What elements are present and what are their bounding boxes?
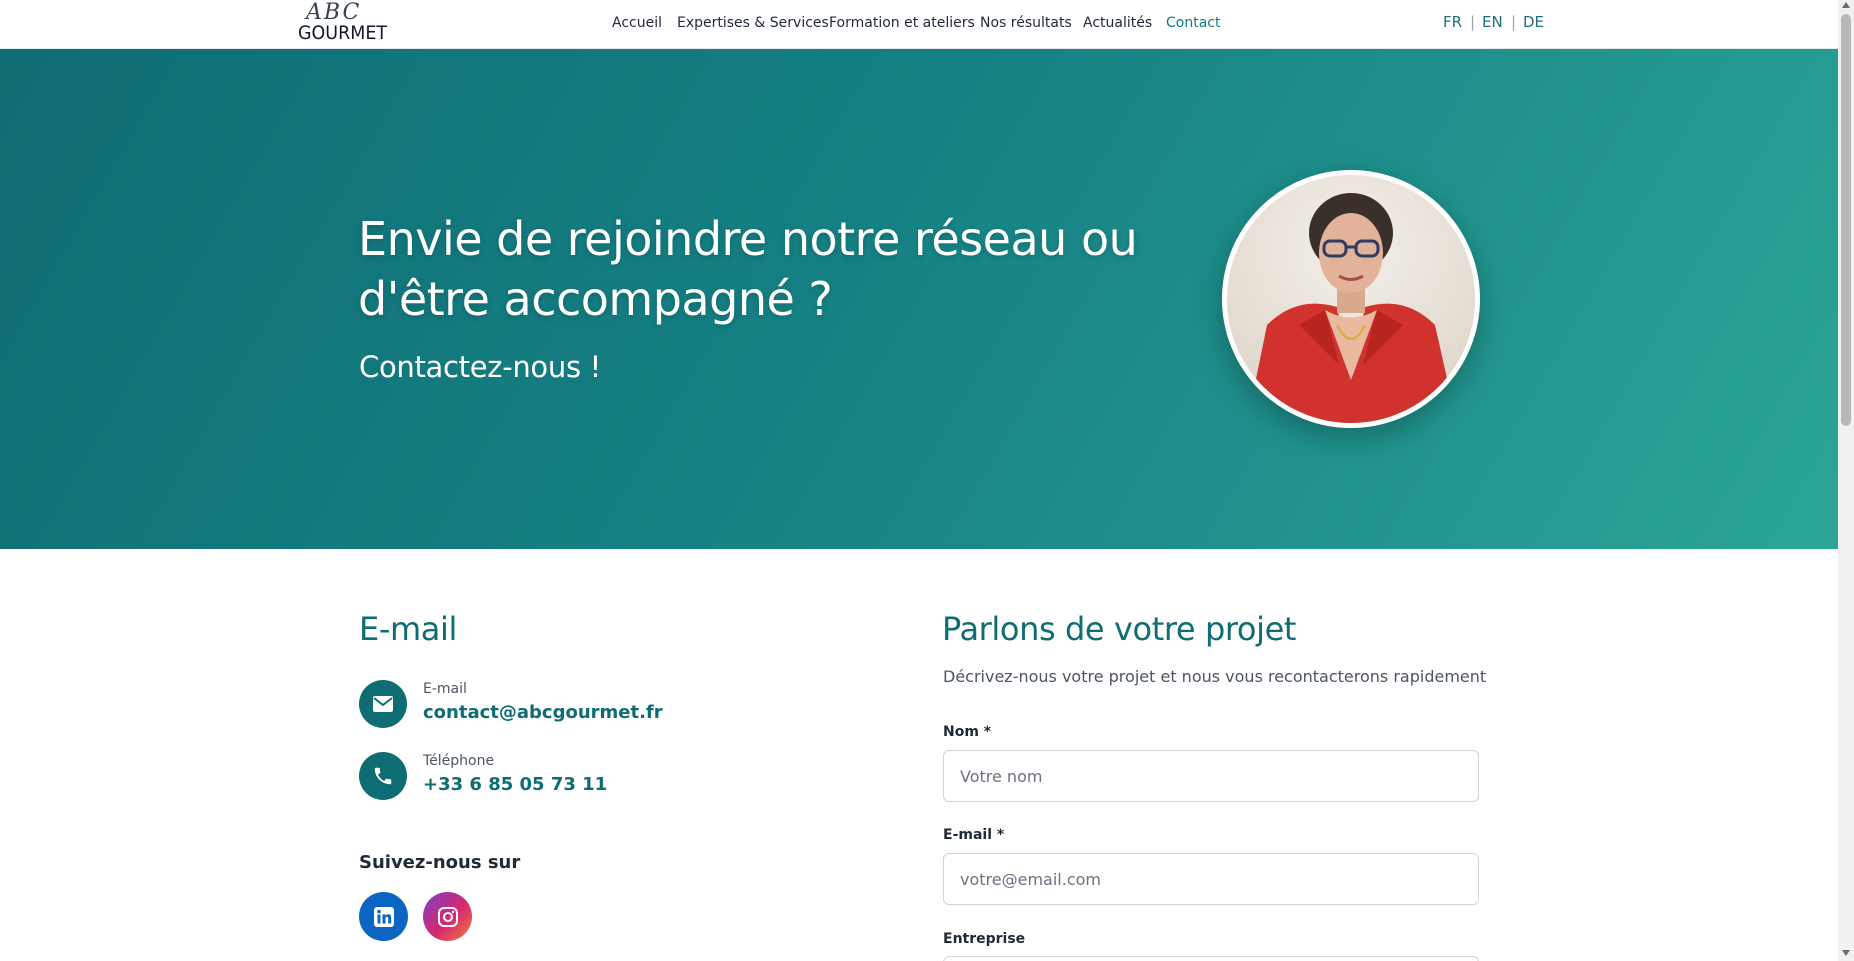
email-field-label: E-mail * [943,827,1005,843]
email-contact[interactable]: E-mail contact@abcgourmet.fr [359,680,779,730]
email-input[interactable] [943,853,1479,905]
phone-icon [359,752,407,800]
company-input[interactable] [943,956,1479,961]
mail-icon [359,680,407,728]
nav-contact[interactable]: Contact [1166,15,1220,31]
scrollbar-thumb[interactable] [1841,14,1851,426]
hero-subtitle: Contactez-nous ! [359,350,602,384]
scroll-up-arrow-icon[interactable] [1842,2,1850,8]
lang-fr[interactable]: FR [1443,13,1462,31]
site-header: ABC GOURMET Accueil Expertises & Service… [0,0,1838,49]
nav-formation[interactable]: Formation et ateliers [829,15,975,31]
phone-link[interactable]: +33 6 85 05 73 11 [423,774,607,795]
page-scrollbar[interactable] [1838,0,1854,961]
instagram-icon [437,906,458,927]
lang-separator: | [1511,13,1517,31]
phone-contact[interactable]: Téléphone +33 6 85 05 73 11 [359,752,779,802]
linkedin-button[interactable] [359,892,408,941]
nav-actualites[interactable]: Actualités [1083,15,1152,31]
form-description: Décrivez-nous votre projet et nous vous … [943,667,1487,686]
company-label: Entreprise [943,931,1026,947]
hero-section: Envie de rejoindre notre réseau ou d'êtr… [0,49,1838,549]
portrait-illustration [1247,193,1457,423]
email-label: E-mail [423,681,467,697]
contact-heading: E-mail [359,610,457,648]
lang-separator: | [1470,13,1476,31]
nav-expertises[interactable]: Expertises & Services [677,15,829,31]
lang-en[interactable]: EN [1482,13,1503,31]
hero-title: Envie de rejoindre notre réseau ou d'êtr… [358,212,1138,326]
nav-accueil[interactable]: Accueil [612,15,662,31]
lang-de[interactable]: DE [1523,13,1544,31]
linkedin-icon [373,906,394,927]
email-link[interactable]: contact@abcgourmet.fr [423,702,663,723]
portrait-photo [1222,170,1480,428]
scroll-down-arrow-icon[interactable] [1842,950,1850,956]
follow-heading: Suivez-nous sur [359,852,521,873]
name-label: Nom * [943,724,992,740]
name-input[interactable] [943,750,1479,802]
instagram-button[interactable] [423,892,472,941]
main-nav: Accueil Expertises & Services Formation … [0,0,1838,49]
phone-label: Téléphone [423,753,495,769]
nav-resultats[interactable]: Nos résultats [980,15,1072,31]
form-heading: Parlons de votre projet [942,610,1297,648]
